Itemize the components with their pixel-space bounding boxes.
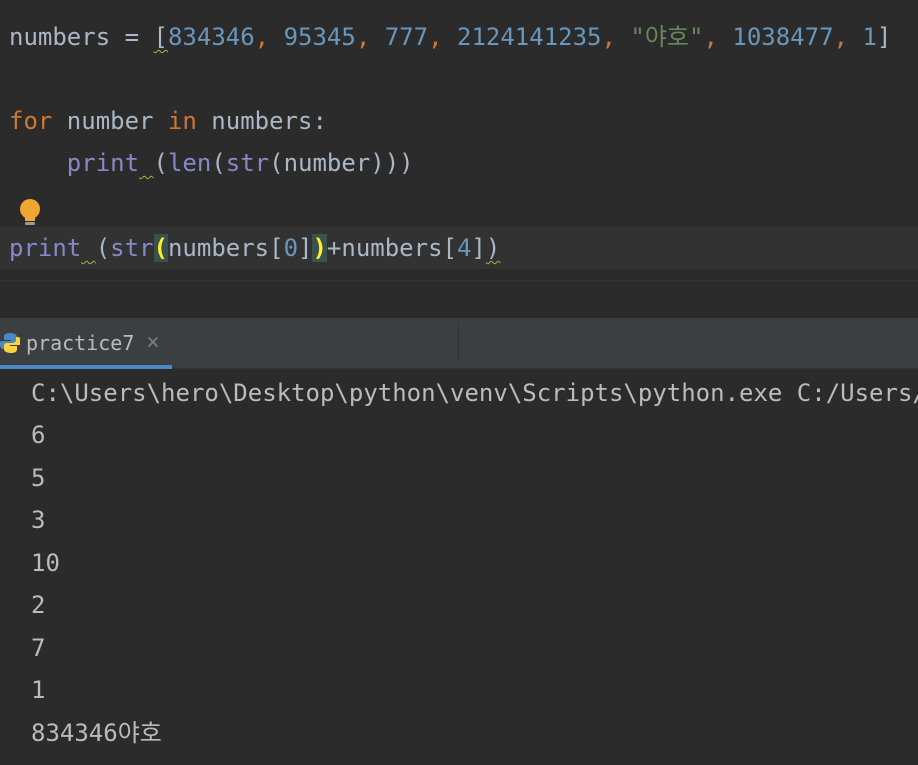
- console-line: 6: [31, 421, 46, 449]
- builtin-str: str: [110, 234, 154, 262]
- separator: ,: [703, 23, 733, 51]
- list-item: 1: [862, 23, 877, 51]
- paren: (: [211, 149, 226, 177]
- close-icon[interactable]: ×: [146, 332, 159, 354]
- list-item: 834346: [167, 23, 255, 51]
- separator: ,: [355, 23, 385, 51]
- list-item: 777: [384, 23, 429, 51]
- console-line: C:\Users\hero\Desktop\python\venv\Script…: [31, 379, 918, 407]
- code-editor[interactable]: numbers = [834346, 95345, 777, 212414123…: [0, 0, 918, 282]
- paren: (: [95, 234, 111, 262]
- list-open-bracket: [: [153, 23, 168, 51]
- separator: ,: [428, 23, 457, 51]
- builtin-print: print: [9, 234, 82, 262]
- index-zero: 0: [283, 234, 299, 262]
- code-line-3[interactable]: for number in numbers:: [9, 100, 327, 142]
- python-icon: [0, 333, 20, 353]
- run-console-output[interactable]: C:\Users\hero\Desktop\python\venv\Script…: [0, 369, 918, 765]
- list-item-string: "야호": [630, 23, 704, 51]
- builtin-str: str: [225, 149, 270, 177]
- list-item: 95345: [283, 23, 356, 51]
- index-expression: numbers[: [167, 234, 284, 262]
- console-line: 3: [31, 506, 46, 534]
- list-items: 834346, 95345, 777, 2124141235, "야호", 10…: [168, 23, 877, 51]
- bracket: ]: [298, 234, 313, 262]
- paren: (: [153, 149, 168, 177]
- list-close-bracket: ]: [876, 23, 892, 51]
- loop-variable: number: [52, 107, 168, 135]
- separator: ,: [601, 23, 631, 51]
- code-line-6[interactable]: print (str(numbers[0])+numbers[4]): [9, 227, 500, 269]
- builtin-print: print: [66, 149, 140, 177]
- weak-warning-space: [81, 234, 95, 262]
- code-line-4[interactable]: print (len(str(number))): [9, 142, 414, 184]
- bracket: ]: [471, 234, 486, 262]
- matched-paren-close: ): [312, 234, 327, 262]
- weak-warning-space: [139, 149, 153, 177]
- run-tool-window-tabs: practice7 ×: [0, 318, 918, 369]
- console-line: 7: [31, 634, 46, 662]
- tab-practice7[interactable]: practice7 ×: [0, 318, 172, 369]
- assign-operator: =: [110, 23, 154, 51]
- paren: ): [485, 234, 501, 262]
- console-line: 5: [31, 464, 46, 492]
- separator: ,: [254, 23, 284, 51]
- lightbulb-icon[interactable]: [18, 198, 42, 228]
- call-args: (number))): [269, 149, 414, 177]
- console-line: 2: [31, 591, 46, 619]
- editor-bottom-gap: [0, 280, 918, 319]
- keyword-in: in: [167, 107, 197, 135]
- keyword-for: for: [9, 107, 53, 135]
- index-four: 4: [456, 234, 472, 262]
- console-line: 1: [31, 676, 46, 704]
- separator: ,: [833, 23, 863, 51]
- list-item: 2124141235: [457, 23, 602, 51]
- tab-label: practice7: [26, 331, 135, 355]
- concat-expression: +numbers[: [326, 234, 457, 262]
- variable-numbers: numbers: [9, 23, 111, 51]
- list-item: 1038477: [732, 23, 834, 51]
- loop-iterable: numbers:: [196, 107, 327, 135]
- console-line: 10: [31, 549, 60, 577]
- code-line-1[interactable]: numbers = [834346, 95345, 777, 212414123…: [9, 16, 891, 58]
- matched-paren-open: (: [153, 234, 168, 262]
- console-line: 834346야호: [31, 719, 162, 747]
- tab-divider: [458, 324, 459, 362]
- builtin-len: len: [167, 149, 212, 177]
